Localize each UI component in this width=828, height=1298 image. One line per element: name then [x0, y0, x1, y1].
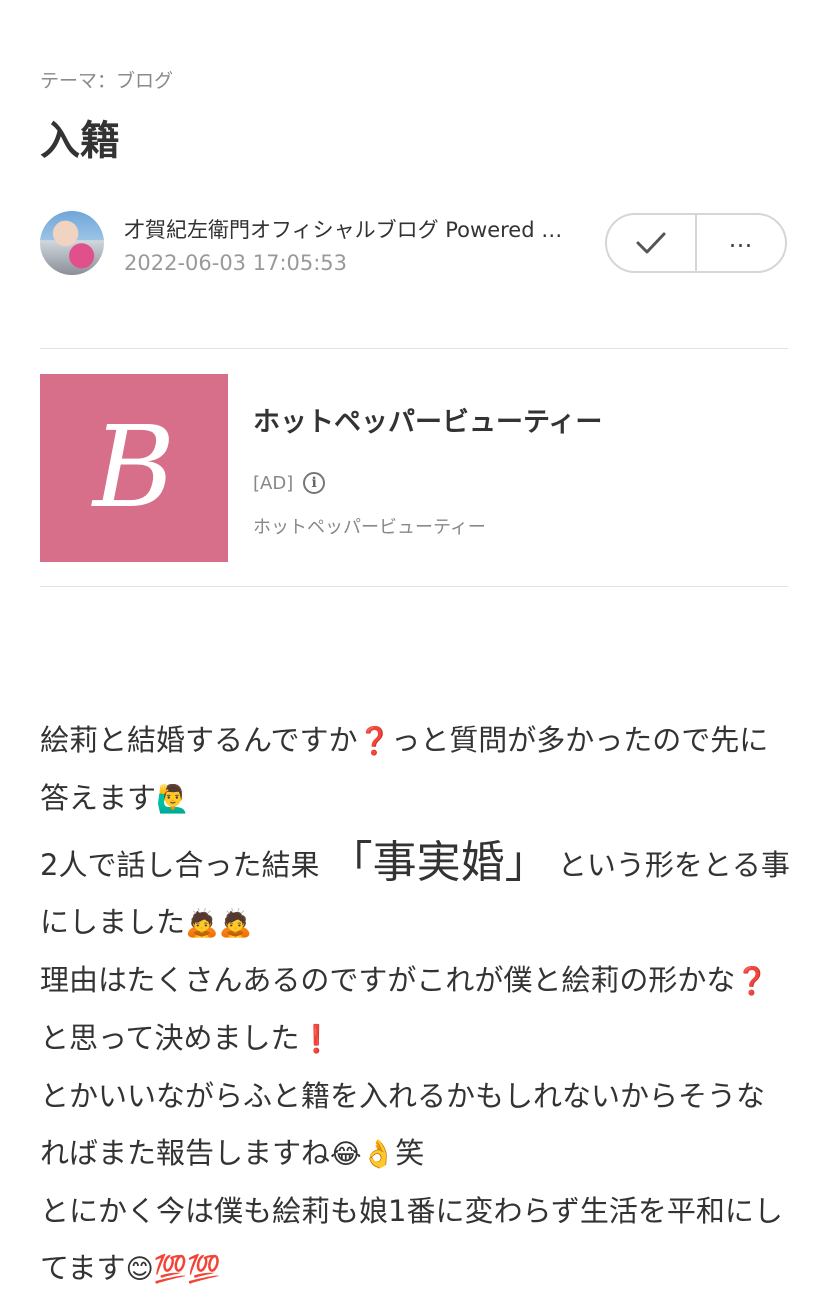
- raising-hand-emoji: 🙋‍♂️: [156, 784, 190, 815]
- ad-sponsor: ホットペッパービューティー: [253, 517, 486, 538]
- text: 笑: [395, 1136, 425, 1170]
- ad-title[interactable]: ホットペッパービューティー: [253, 400, 602, 439]
- laughing-ok-emoji: 😂👌: [330, 1139, 396, 1170]
- avatar[interactable]: [40, 211, 104, 275]
- divider: [40, 348, 788, 349]
- action-button-group: …: [605, 213, 787, 273]
- exclamation-emoji: ❗: [299, 1024, 334, 1055]
- info-icon[interactable]: i: [303, 472, 326, 494]
- paragraph: 理由はたくさんあるのですがこれが僕と絵莉の形かな❓ と思って決めました❗: [40, 952, 790, 1068]
- divider: [40, 586, 788, 587]
- text: 2人で話し合った結果: [40, 848, 320, 882]
- question-emoji: ❓: [735, 966, 770, 997]
- theme-label[interactable]: テーマ：ブログ: [40, 66, 173, 93]
- ad-logo-letter: B: [92, 403, 176, 533]
- page-title: 入籍: [40, 118, 120, 164]
- ad-tag: [AD]: [253, 472, 294, 494]
- paragraph: とにかく今は僕も絵莉も娘1番に変わらず生活を平和にしてます😊💯💯: [40, 1183, 790, 1298]
- follow-button[interactable]: [607, 215, 695, 271]
- check-icon: [636, 232, 666, 254]
- text: 理由はたくさんあるのですがこれが僕と絵莉の形かな: [40, 963, 736, 997]
- paragraph: 2人で話し合った結果 「事実婚」 という形をとる事にしました🙇🙇: [40, 834, 790, 952]
- question-emoji: ❓: [357, 726, 392, 757]
- author-name[interactable]: 才賀紀左衛門オフィシャルブログ Powered by Ameba: [124, 214, 574, 244]
- paragraph: とかいいながらふと籍を入れるかもしれないからそうなればまた報告しますね😂👌笑: [40, 1068, 790, 1183]
- emphasis-text: 「事実婚」: [328, 837, 549, 888]
- text: と思って決めました: [40, 1021, 300, 1055]
- ad-tag-row: [AD] i: [253, 472, 326, 494]
- paragraph: 絵莉と結婚するんですか❓っと質問が多かったので先に答えます🙋‍♂️: [40, 712, 790, 828]
- more-icon: …: [728, 225, 754, 253]
- bowing-emoji: 🙇🙇: [185, 908, 253, 939]
- text: 絵莉と結婚するんですか: [40, 723, 358, 757]
- article-body: 絵莉と結婚するんですか❓っと質問が多かったので先に答えます🙋‍♂️ 2人で話し合…: [40, 712, 790, 1298]
- more-button[interactable]: …: [695, 215, 785, 271]
- ad-image[interactable]: B: [40, 374, 228, 562]
- smile-hundred-emoji: 😊💯💯: [125, 1254, 221, 1285]
- post-date: 2022-06-03 17:05:53: [124, 251, 348, 275]
